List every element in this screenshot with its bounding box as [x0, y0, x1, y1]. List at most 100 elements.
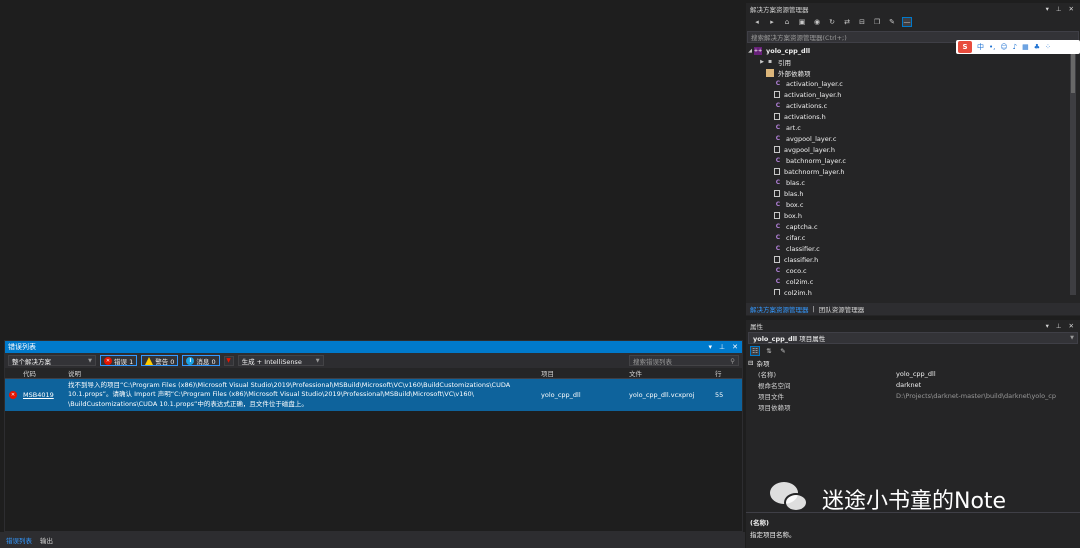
error-project: yolo_cpp_dll [541, 391, 581, 399]
chevron-down-icon: ▼ [88, 357, 92, 364]
alphabetical-icon[interactable]: ⇅ [764, 346, 774, 356]
property-description-text: 指定项目名称。 [750, 531, 796, 539]
back-icon[interactable]: ◂ [752, 17, 762, 27]
build-filter-dropdown[interactable]: 生成 + IntelliSense ▼ [237, 355, 324, 366]
categorized-icon[interactable]: ☷ [750, 346, 760, 356]
dropdown-arrow-icon[interactable]: ▾ [1046, 5, 1049, 13]
tree-item-file[interactable]: Cclassifier.c [746, 243, 1080, 254]
tree-item-file[interactable]: Cavgpool_layer.c [746, 133, 1080, 144]
c-file-icon: C [775, 223, 781, 230]
switch-views-icon[interactable]: ▣ [797, 17, 807, 27]
punctuation-icon[interactable]: •, [989, 43, 995, 51]
solution-tree: ◢ ++ yolo_cpp_dll ▶ ▪ 引用 外部依赖项 Cactivati… [746, 45, 1080, 295]
close-icon[interactable]: ✕ [1069, 5, 1074, 13]
scope-dropdown[interactable]: 整个解决方案 ▼ [8, 355, 96, 366]
close-icon[interactable]: ✕ [732, 343, 738, 351]
tree-item-file[interactable]: Ccol2im.c [746, 276, 1080, 287]
filter-icon[interactable]: ▼ [223, 355, 234, 366]
tree-item-file[interactable]: Cactivations.c [746, 100, 1080, 111]
tree-item-references[interactable]: ▶ ▪ 引用 [746, 56, 1080, 67]
tree-item-file[interactable]: activation_layer.h [746, 89, 1080, 100]
dropdown-arrow-icon[interactable]: ▾ [709, 343, 713, 351]
copy-icon[interactable]: ❐ [872, 17, 882, 27]
column-code[interactable]: 代码 [21, 368, 66, 378]
pin-icon[interactable]: ⊥ [719, 343, 725, 351]
file-label: activations.c [786, 101, 828, 110]
error-code-link[interactable]: MSB4019 [23, 391, 54, 399]
column-project[interactable]: 项目 [539, 368, 627, 378]
header-file-icon [774, 212, 780, 219]
tree-item-file[interactable]: activations.h [746, 111, 1080, 122]
ime-toolbar[interactable]: S 中 •, ☺ ♪ ▦ ♣ ⁘ [956, 40, 1080, 54]
ime-lang[interactable]: 中 [977, 42, 984, 52]
tree-item-external-deps[interactable]: 外部依赖项 [746, 67, 1080, 78]
tree-item-file[interactable]: Cart.c [746, 122, 1080, 133]
tree-item-file[interactable]: classifier.h [746, 254, 1080, 265]
solution-tab-strip: 解决方案资源管理器 | 团队资源管理器 [746, 303, 1080, 315]
property-description-title: (名称) [750, 519, 769, 527]
tab-team-explorer[interactable]: 团队资源管理器 [819, 304, 865, 314]
tree-item-file[interactable]: Ccoco.c [746, 265, 1080, 276]
tree-item-file[interactable]: Cactivation_layer.c [746, 78, 1080, 89]
tab-solution-explorer[interactable]: 解决方案资源管理器 [750, 304, 809, 314]
column-file[interactable]: 文件 [627, 368, 713, 378]
property-pages-icon[interactable]: ✎ [778, 346, 788, 356]
tree-item-file[interactable]: box.h [746, 210, 1080, 221]
emoji-icon[interactable]: ☺ [1000, 43, 1007, 51]
pin-icon[interactable]: ⊥ [1056, 5, 1062, 13]
sync-icon[interactable]: ⇄ [842, 17, 852, 27]
property-row[interactable]: 项目文件 D:\Projects\darknet-master\build\da… [746, 390, 1080, 401]
tree-item-file[interactable]: Cbox.c [746, 199, 1080, 210]
expand-arrow-icon[interactable]: ▶ [758, 59, 766, 65]
properties-wrench-icon[interactable]: ✎ [887, 17, 897, 27]
vertical-scrollbar[interactable] [1070, 45, 1076, 295]
skin-icon[interactable]: ♣ [1034, 43, 1040, 51]
error-line: 55 [715, 391, 724, 399]
column-line[interactable]: 行 [713, 368, 733, 378]
error-search-input[interactable]: 搜索错误列表 ⚲ [629, 355, 739, 366]
tab-error-list[interactable]: 错误列表 [6, 535, 32, 545]
scrollbar-thumb[interactable] [1071, 51, 1075, 93]
collapse-box-icon[interactable]: ⊟ [748, 359, 753, 367]
tree-item-file[interactable]: Cblas.c [746, 177, 1080, 188]
forward-icon[interactable]: ▸ [767, 17, 777, 27]
solution-explorer-title-bar: 解决方案资源管理器 ▾ ⊥ ✕ [746, 3, 1080, 15]
history-icon[interactable]: ↻ [827, 17, 837, 27]
property-row[interactable]: 项目依赖项 [746, 401, 1080, 412]
header-file-icon [774, 146, 780, 153]
errors-filter-button[interactable]: ✕ 错误 1 [100, 355, 138, 366]
pin-icon[interactable]: ⊥ [1056, 322, 1062, 330]
tree-item-file[interactable]: avgpool_layer.h [746, 144, 1080, 155]
grid-icon[interactable]: ⁘ [1045, 43, 1051, 51]
tree-item-file[interactable]: Ccifar.c [746, 232, 1080, 243]
tree-item-file[interactable]: col2im.h [746, 287, 1080, 295]
file-label: coco.c [786, 266, 807, 275]
tab-output[interactable]: 输出 [40, 535, 53, 545]
keyboard-icon[interactable]: ▦ [1022, 43, 1029, 51]
property-category[interactable]: ⊟ 杂项 [746, 358, 1080, 368]
property-row[interactable]: (名称) yolo_cpp_dll [746, 368, 1080, 379]
tree-item-file[interactable]: Ccaptcha.c [746, 221, 1080, 232]
collapse-arrow-icon[interactable]: ◢ [746, 48, 754, 54]
sogou-logo-icon: S [958, 41, 972, 53]
mic-icon[interactable]: ♪ [1013, 43, 1017, 51]
dropdown-arrow-icon[interactable]: ▾ [1046, 322, 1049, 330]
file-label: cifar.c [786, 233, 806, 242]
show-all-icon[interactable]: ◉ [812, 17, 822, 27]
tree-item-file[interactable]: batchnorm_layer.h [746, 166, 1080, 177]
close-icon[interactable]: ✕ [1069, 322, 1074, 330]
collapse-icon[interactable]: ⊟ [857, 17, 867, 27]
messages-filter-button[interactable]: i 消息 0 [182, 355, 220, 366]
tree-item-file[interactable]: blas.h [746, 188, 1080, 199]
editor-area[interactable] [0, 0, 745, 337]
column-desc[interactable]: 说明 [66, 368, 539, 378]
properties-object-selector[interactable]: yolo_cpp_dll 项目属性 ▼ [748, 332, 1078, 344]
property-row[interactable]: 根命名空间 darknet [746, 379, 1080, 390]
watermark-text: 迷途小书童的Note [822, 489, 1007, 514]
warnings-filter-button[interactable]: 警告 0 [141, 355, 179, 366]
file-label: activation_layer.c [786, 79, 843, 88]
tree-item-file[interactable]: Cbatchnorm_layer.c [746, 155, 1080, 166]
table-row[interactable]: ✕ MSB4019 找不到导入的项目“C:\Program Files (x86… [5, 379, 742, 411]
preview-icon[interactable]: — [902, 17, 912, 27]
home-icon[interactable]: ⌂ [782, 17, 792, 27]
